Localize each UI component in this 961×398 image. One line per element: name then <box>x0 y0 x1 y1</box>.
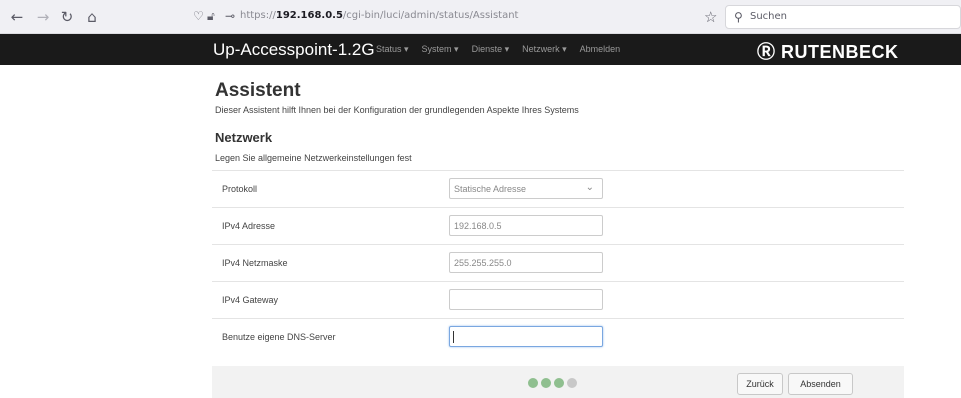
protocol-label: Protokoll <box>222 184 258 194</box>
chevron-down-icon: ⌄ <box>585 182 594 193</box>
menu-system[interactable]: System ▾ <box>422 44 459 55</box>
dns-row: Benutze eigene DNS-Server <box>212 318 904 355</box>
ipv4-address-label: IPv4 Adresse <box>222 221 276 231</box>
brand-logo: Ⓡ RUTENBECK <box>757 42 899 62</box>
menu-netzwerk[interactable]: Netzwerk ▾ <box>522 44 567 55</box>
ipv4-netmask-row: IPv4 Netzmaske 255.255.255.0 <box>212 244 904 281</box>
reload-icon[interactable]: ↻ <box>57 7 77 27</box>
step-dot <box>541 378 551 388</box>
wizard-footer: Zurück Absenden <box>212 366 904 398</box>
shield-icon[interactable]: ♡ <box>193 9 204 23</box>
step-dot <box>528 378 538 388</box>
section-title: Netzwerk <box>215 130 273 145</box>
step-dot <box>567 378 577 388</box>
page-title: Assistent <box>215 80 301 101</box>
ipv4-gateway-row: IPv4 Gateway <box>212 281 904 318</box>
dns-server-input[interactable] <box>449 326 603 347</box>
dns-label: Benutze eigene DNS-Server <box>222 332 336 342</box>
forward-arrow-icon[interactable]: → <box>33 7 53 27</box>
bookmark-star-icon[interactable]: ☆ <box>704 8 717 26</box>
insecure-lock-icon[interactable]: 🔓︎ <box>207 9 215 23</box>
back-button[interactable]: Zurück <box>737 373 783 395</box>
back-arrow-icon[interactable]: ← <box>7 7 27 27</box>
ipv4-netmask-input[interactable]: 255.255.255.0 <box>449 252 603 273</box>
step-dot <box>554 378 564 388</box>
section-description: Legen Sie allgemeine Netzwerkeinstellung… <box>215 153 412 163</box>
ipv4-gateway-input[interactable] <box>449 289 603 310</box>
menu-status[interactable]: Status ▾ <box>376 44 409 55</box>
ipv4-address-row: IPv4 Adresse 192.168.0.5 <box>212 207 904 244</box>
submit-button[interactable]: Absenden <box>788 373 853 395</box>
page-intro: Dieser Assistent hilft Ihnen bei der Kon… <box>215 105 579 115</box>
protocol-select[interactable]: Statische Adresse ⌄ <box>449 178 603 199</box>
key-icon[interactable]: ⊸ <box>225 9 235 23</box>
main-menu: Status ▾ System ▾ Dienste ▾ Netzwerk ▾ A… <box>376 44 633 55</box>
home-icon[interactable]: ⌂ <box>82 7 102 27</box>
ipv4-gateway-label: IPv4 Gateway <box>222 295 279 305</box>
search-input[interactable]: ⚲ Suchen <box>725 5 961 29</box>
browser-toolbar: ← → ↻ ⌂ ♡ 🔓︎ ⊸ https://192.168.0.5/cgi-b… <box>0 0 961 34</box>
app-title[interactable]: Up-Accesspoint-1.2G <box>213 40 375 60</box>
url-bar[interactable]: https://192.168.0.5/cgi-bin/luci/admin/s… <box>240 10 518 21</box>
menu-dienste[interactable]: Dienste ▾ <box>472 44 510 55</box>
app-header: Up-Accesspoint-1.2G Status ▾ System ▾ Di… <box>0 34 961 65</box>
ipv4-netmask-label: IPv4 Netzmaske <box>222 258 288 268</box>
search-icon: ⚲ <box>734 10 743 24</box>
step-indicator <box>528 378 580 388</box>
protocol-row: Protokoll Statische Adresse ⌄ <box>212 170 904 207</box>
ipv4-address-input[interactable]: 192.168.0.5 <box>449 215 603 236</box>
menu-abmelden[interactable]: Abmelden <box>580 44 621 55</box>
text-caret <box>453 331 454 343</box>
